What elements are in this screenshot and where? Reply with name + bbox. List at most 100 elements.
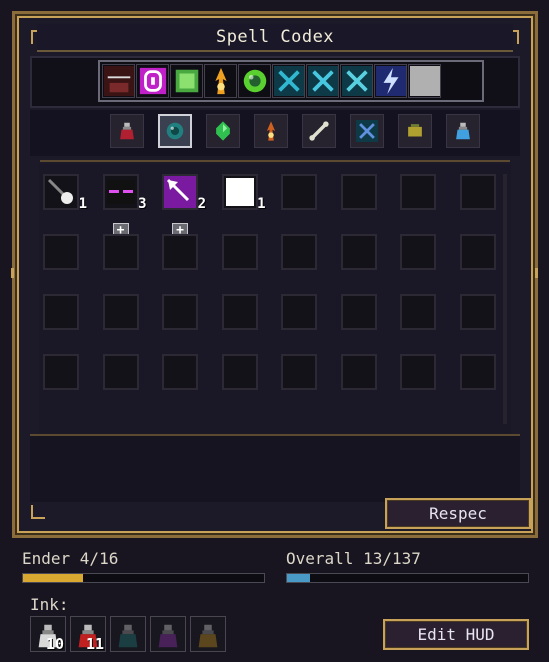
fire-charge-icon xyxy=(266,121,276,141)
spell-bar-slot[interactable] xyxy=(374,64,407,98)
spell-slot[interactable] xyxy=(340,234,377,270)
green-cube-icon xyxy=(175,69,198,93)
lightning-icon xyxy=(375,66,406,96)
category-tab[interactable] xyxy=(206,114,240,148)
spell-slot[interactable] xyxy=(102,234,139,270)
ink-slot[interactable] xyxy=(150,616,186,652)
spell-slot[interactable] xyxy=(340,294,377,330)
teal-ink-icon xyxy=(118,624,138,648)
emerald-icon xyxy=(216,121,230,141)
spell-slot[interactable]: 1 xyxy=(43,174,87,212)
spell-bar-slot[interactable] xyxy=(170,64,203,98)
spell-slot[interactable] xyxy=(162,294,198,330)
ochre-item-icon xyxy=(408,124,422,137)
ruined-spider-icon xyxy=(103,66,134,96)
spell-slot[interactable] xyxy=(400,354,436,390)
category-tab[interactable] xyxy=(110,114,144,148)
spell-slot[interactable] xyxy=(43,234,79,270)
spell-count: 3 xyxy=(138,196,147,212)
spell-slot[interactable] xyxy=(102,294,139,330)
spell-slot[interactable] xyxy=(400,174,436,210)
spell-bar-slot[interactable] xyxy=(238,64,271,98)
codex-title: Spell Codex xyxy=(37,24,513,52)
spell-slot[interactable] xyxy=(221,294,258,330)
panel-notch xyxy=(535,268,538,278)
spell-slot[interactable] xyxy=(102,354,139,390)
enderman-face-icon xyxy=(106,180,135,204)
spell-slot[interactable] xyxy=(221,354,258,390)
spell-slot[interactable] xyxy=(459,234,496,270)
category-tab[interactable] xyxy=(158,114,192,148)
spell-slot[interactable] xyxy=(162,234,198,270)
ink-count: 11 xyxy=(85,635,104,653)
purple-arrow-icon xyxy=(164,176,196,208)
spell-slot[interactable] xyxy=(459,294,496,330)
gold-ink-icon xyxy=(198,624,218,648)
spell-bar xyxy=(98,60,484,102)
ender-pearl-icon xyxy=(166,122,184,140)
spell-slot[interactable] xyxy=(340,354,377,390)
corner-ornament xyxy=(31,505,45,519)
spell-slot[interactable] xyxy=(400,234,436,270)
spell-count: 1 xyxy=(78,196,87,212)
overall-progress-label: Overall 13/137 xyxy=(286,549,421,568)
spell-grid: 1 +3 +2 1 xyxy=(39,164,511,434)
spell-bar-slot[interactable] xyxy=(136,64,169,98)
ender-progress-fill xyxy=(23,574,84,582)
edit-hud-button[interactable]: Edit HUD xyxy=(383,619,529,650)
codex-title-text: Spell Codex xyxy=(215,27,335,47)
spell-slot[interactable] xyxy=(162,354,198,390)
spell-count: 1 xyxy=(257,196,266,212)
category-tab[interactable] xyxy=(398,114,432,148)
spell-slot[interactable] xyxy=(281,234,317,270)
category-tab[interactable] xyxy=(302,114,336,148)
respec-button[interactable]: Respec xyxy=(385,498,531,529)
spell-slot[interactable] xyxy=(221,234,258,270)
green-orb-icon xyxy=(243,69,266,93)
ender-rune-icon xyxy=(139,67,166,95)
ender-progress-label: Ender 4/16 xyxy=(22,549,119,568)
spell-slot[interactable]: 2 xyxy=(162,174,206,212)
panel-notch xyxy=(11,268,14,278)
overall-progress-bar xyxy=(286,573,529,583)
spell-slot[interactable] xyxy=(400,294,436,330)
spell-bar-slot[interactable] xyxy=(272,64,305,98)
fire-burst-icon xyxy=(214,67,227,95)
spell-slot[interactable] xyxy=(459,174,496,210)
white-comet-icon xyxy=(47,178,73,204)
ink-slot[interactable]: 10 xyxy=(30,616,66,653)
spell-bar-slot[interactable] xyxy=(340,64,373,98)
category-tab[interactable] xyxy=(446,114,480,148)
spell-slot[interactable] xyxy=(281,174,317,210)
ink-slot[interactable] xyxy=(190,616,226,652)
spell-slot[interactable]: 1 xyxy=(221,174,266,212)
respec-label: Respec xyxy=(429,504,487,523)
spell-slot[interactable] xyxy=(281,294,317,330)
overall-progress-fill xyxy=(287,574,310,582)
red-potion-icon xyxy=(120,122,134,140)
ender-progress-bar xyxy=(22,573,265,583)
spell-bar-row xyxy=(30,56,520,108)
ice-cross-icon xyxy=(273,66,304,96)
purple-ink-icon xyxy=(158,624,178,648)
ink-count: 10 xyxy=(45,635,64,653)
ink-slot[interactable] xyxy=(110,616,146,652)
grid-scrollbar[interactable] xyxy=(503,174,507,424)
ink-slot[interactable]: 11 xyxy=(70,616,106,653)
spell-slot[interactable] xyxy=(43,354,79,390)
ender-rune-icon xyxy=(225,178,254,206)
spell-bar-slot[interactable] xyxy=(408,64,441,98)
spell-slot[interactable] xyxy=(459,354,496,390)
spell-slot[interactable] xyxy=(43,294,79,330)
spell-slot[interactable] xyxy=(281,354,317,390)
spell-bar-slot[interactable] xyxy=(306,64,339,98)
category-tab[interactable] xyxy=(350,114,384,148)
edit-hud-label: Edit HUD xyxy=(417,625,495,644)
spell-slot[interactable] xyxy=(340,174,377,210)
ink-label: Ink: xyxy=(30,595,69,614)
spell-slot[interactable]: 3 xyxy=(102,174,147,212)
frost-figure-icon xyxy=(341,66,372,96)
category-tab[interactable] xyxy=(254,114,288,148)
spell-bar-slot[interactable] xyxy=(102,64,135,98)
spell-bar-slot[interactable] xyxy=(204,64,237,98)
